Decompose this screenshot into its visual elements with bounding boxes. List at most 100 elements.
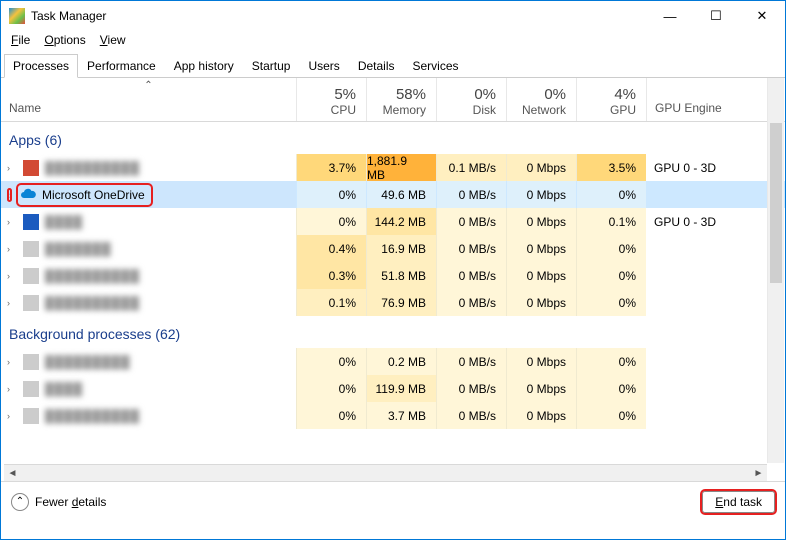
expand-icon[interactable]: › [7,188,12,202]
process-name-redacted: ██████████ [45,269,140,283]
fewer-details-button[interactable]: ⌃ Fewer details [11,493,106,511]
category-apps[interactable]: Apps (6) [1,122,785,154]
cell-memory: 51.8 MB [366,262,436,289]
table-header-row: ⌃ Name 5% CPU 58% Memory 0% Disk 0% Netw… [1,78,785,122]
window-title: Task Manager [31,9,106,23]
cell-gpu-engine [646,348,785,375]
network-usage-pct: 0% [544,86,566,103]
process-name-redacted: ██████████ [45,161,140,175]
vertical-scrollbar[interactable] [767,78,784,463]
tab-users[interactable]: Users [299,54,348,78]
tab-processes[interactable]: Processes [4,54,78,78]
app-icon [23,160,39,176]
app-icon [23,241,39,257]
tab-performance[interactable]: Performance [78,54,165,78]
menu-file[interactable]: File [11,33,30,47]
cell-disk: 0 MB/s [436,375,506,402]
process-row[interactable]: › ████ 0% 119.9 MB 0 MB/s 0 Mbps 0% [1,375,785,402]
expand-icon[interactable]: › [7,217,17,227]
col-disk[interactable]: 0% Disk [436,78,506,121]
menu-view[interactable]: View [100,33,126,47]
tab-services[interactable]: Services [404,54,468,78]
col-gpu-engine-label: GPU Engine [655,101,722,115]
maximize-button[interactable]: ☐ [693,1,739,31]
tab-details[interactable]: Details [349,54,404,78]
expand-icon[interactable]: › [7,163,17,173]
menu-bar: File Options View [1,31,785,53]
process-row[interactable]: › ████ 0% 144.2 MB 0 MB/s 0 Mbps 0.1% GP… [1,208,785,235]
minimize-button[interactable]: — [647,1,693,31]
close-button[interactable]: ✕ [739,1,785,31]
cell-cpu: 0% [296,208,366,235]
expand-icon[interactable]: › [7,357,17,367]
expand-icon[interactable]: › [7,271,17,281]
expand-icon[interactable]: › [7,244,17,254]
cell-cpu: 0.3% [296,262,366,289]
cell-disk: 0.1 MB/s [436,154,506,181]
col-memory[interactable]: 58% Memory [366,78,436,121]
scroll-left-icon[interactable]: ◄ [4,468,21,479]
col-network-label: Network [522,103,566,117]
cell-cpu: 0.1% [296,289,366,316]
process-row[interactable]: › ███████ 0.4% 16.9 MB 0 MB/s 0 Mbps 0% [1,235,785,262]
cell-disk: 0 MB/s [436,235,506,262]
cell-memory: 3.7 MB [366,402,436,429]
cell-gpu-engine: GPU 0 - 3D [646,208,785,235]
cell-gpu: 0% [576,235,646,262]
process-row[interactable]: › ██████████ 3.7% 1,881.9 MB 0.1 MB/s 0 … [1,154,785,181]
cell-cpu: 3.7% [296,154,366,181]
scrollbar-thumb[interactable] [770,123,782,283]
app-icon [23,381,39,397]
tab-startup[interactable]: Startup [243,54,300,78]
col-gpu[interactable]: 4% GPU [576,78,646,121]
cell-network: 0 Mbps [506,348,576,375]
onedrive-cloud-icon [20,187,36,203]
menu-options[interactable]: Options [44,33,85,47]
cell-gpu-engine [646,289,785,316]
expand-icon[interactable]: › [7,298,17,308]
cell-cpu: 0% [296,402,366,429]
gpu-usage-pct: 4% [614,86,636,103]
cell-network: 0 Mbps [506,208,576,235]
col-network[interactable]: 0% Network [506,78,576,121]
process-name-redacted: █████████ [45,355,131,369]
process-name-redacted: ███████ [45,242,112,256]
cell-gpu: 3.5% [576,154,646,181]
cell-gpu: 0% [576,402,646,429]
col-gpu-engine[interactable]: GPU Engine [646,78,785,121]
cell-network: 0 Mbps [506,181,576,208]
expand-icon[interactable]: › [7,411,17,421]
cell-memory: 0.2 MB [366,348,436,375]
end-task-button[interactable]: End task [702,491,775,513]
tab-app-history[interactable]: App history [165,54,243,78]
process-row[interactable]: › ██████████ 0.3% 51.8 MB 0 MB/s 0 Mbps … [1,262,785,289]
app-icon [23,214,39,230]
cell-disk: 0 MB/s [436,402,506,429]
horizontal-scrollbar[interactable]: ◄ ► [4,464,767,481]
process-row[interactable]: › Microsoft OneDrive 0% 49.6 MB 0 MB/s 0… [1,181,785,208]
process-name-redacted: ██████████ [45,409,140,423]
cell-memory: 76.9 MB [366,289,436,316]
cell-gpu: 0% [576,348,646,375]
cell-gpu-engine [646,235,785,262]
process-row[interactable]: › ██████████ 0.1% 76.9 MB 0 MB/s 0 Mbps … [1,289,785,316]
col-cpu[interactable]: 5% CPU [296,78,366,121]
chevron-up-icon: ⌃ [11,493,29,511]
process-row[interactable]: › █████████ 0% 0.2 MB 0 MB/s 0 Mbps 0% [1,348,785,375]
cell-gpu-engine [646,262,785,289]
col-name[interactable]: ⌃ Name [1,78,296,121]
cell-cpu: 0.4% [296,235,366,262]
cell-memory: 144.2 MB [366,208,436,235]
cell-network: 0 Mbps [506,289,576,316]
cell-disk: 0 MB/s [436,208,506,235]
cell-cpu: 0% [296,181,366,208]
scroll-right-icon[interactable]: ► [750,468,767,479]
memory-usage-pct: 58% [396,86,426,103]
sort-indicator-icon: ⌃ [144,80,152,91]
expand-icon[interactable]: › [7,384,17,394]
category-background[interactable]: Background processes (62) [1,316,785,348]
col-cpu-label: CPU [331,103,356,117]
cell-memory: 119.9 MB [366,375,436,402]
window-controls: — ☐ ✕ [647,1,785,31]
process-row[interactable]: › ██████████ 0% 3.7 MB 0 MB/s 0 Mbps 0% [1,402,785,429]
